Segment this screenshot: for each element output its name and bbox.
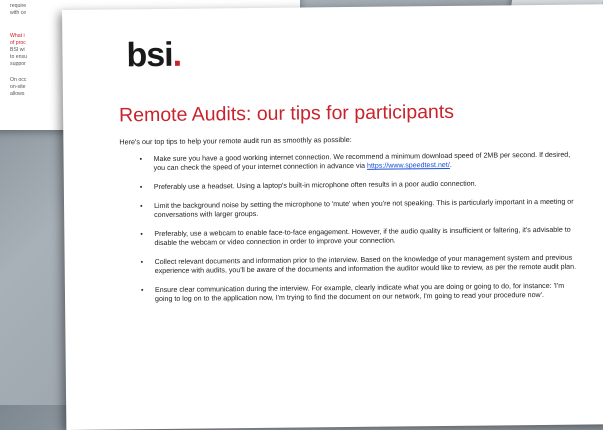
bullet: • <box>139 183 143 192</box>
tip-item: • Limit the background noise by setting … <box>120 197 580 220</box>
tip-text: Make sure you have a good working intern… <box>153 150 571 173</box>
logo-text: bsi <box>126 35 173 75</box>
bullet: • <box>139 155 143 164</box>
bullet: • <box>140 286 144 295</box>
tips-list: • Make sure you have a good working inte… <box>120 151 582 315</box>
tip-text: Preferably, use a webcam to enable face-… <box>154 225 571 248</box>
intro-text: Here's our top tips to help your remote … <box>119 134 352 147</box>
tip-text: . <box>449 161 452 170</box>
bsi-logo: bsi. <box>126 36 181 76</box>
tips-document: bsi. Remote Audits: our tips for partici… <box>62 4 603 430</box>
speedtest-link[interactable]: https://www.speedtest.net/ <box>367 161 450 170</box>
tip-item: • Preferably, use a webcam to enable fac… <box>120 226 580 249</box>
tip-item: • Make sure you have a good working inte… <box>120 151 580 174</box>
tip-item: • Preferably use a headset. Using a lapt… <box>120 179 580 193</box>
tip-item: • Ensure clear communication during the … <box>121 282 581 305</box>
document-title: Remote Audits: our tips for participants <box>118 100 455 127</box>
tip-text: Preferably use a headset. Using a laptop… <box>153 179 477 192</box>
bullet: • <box>140 202 143 211</box>
tip-text: Ensure clear communication during the in… <box>154 281 565 304</box>
bullet: • <box>140 258 144 267</box>
bullet: • <box>140 230 143 239</box>
tip-item: • Collect relevant documents and informa… <box>121 254 581 277</box>
logo-dot: . <box>172 35 182 74</box>
tip-text: Collect relevant documents and informati… <box>154 253 577 276</box>
screen: { "background_page": { "lines": ["requir… <box>0 0 603 430</box>
tip-text: Limit the background noise by setting th… <box>154 197 574 220</box>
